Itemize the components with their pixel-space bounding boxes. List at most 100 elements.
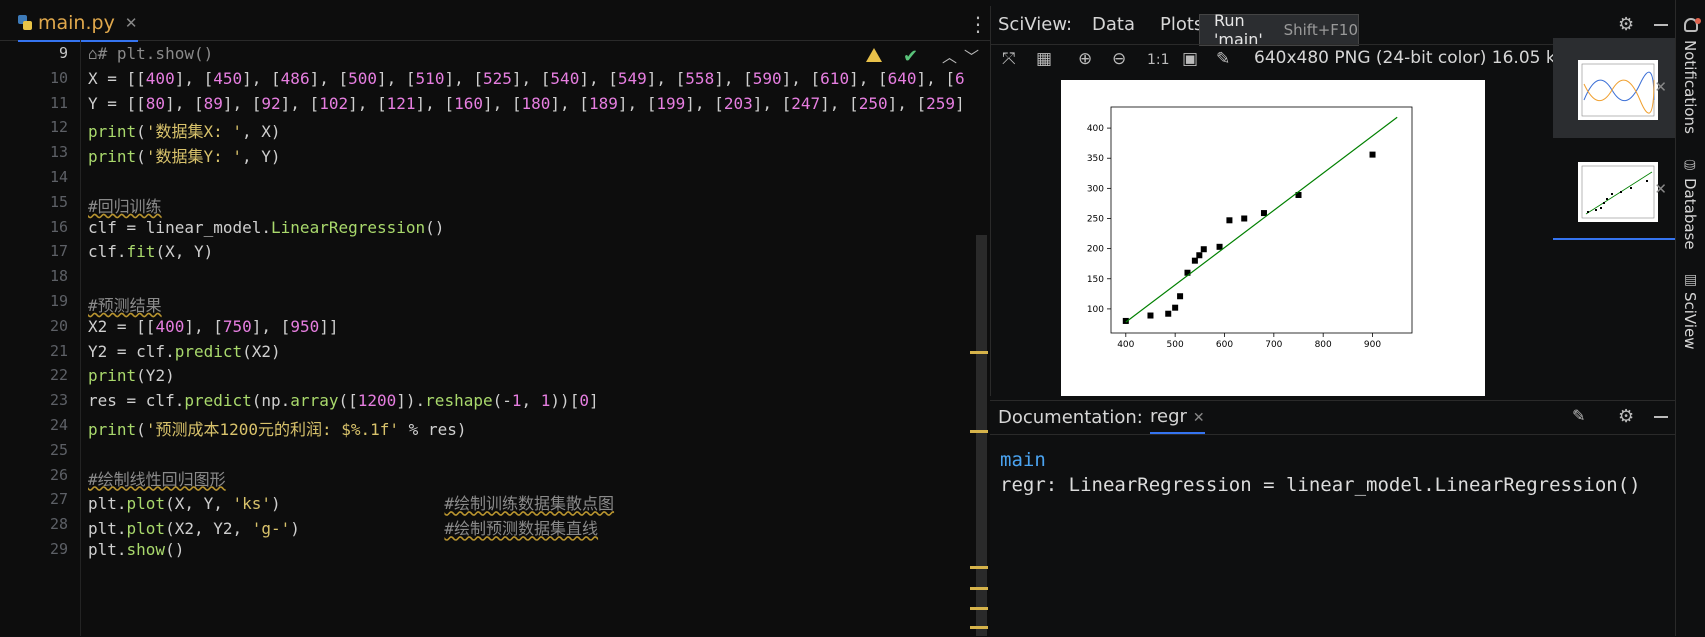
y-tick-label: 350 xyxy=(1087,154,1104,164)
highlight-marker[interactable] xyxy=(970,351,988,354)
tab-regr[interactable]: regr ✕ xyxy=(1150,406,1205,434)
code-line[interactable]: plt.plot(X, Y, 'ks') #绘制训练数据集散点图 xyxy=(88,490,614,514)
gear-icon[interactable]: ⚙ xyxy=(1618,406,1634,427)
edit-icon[interactable]: ✎ xyxy=(1572,406,1585,425)
doc-module-name: main xyxy=(1000,449,1046,471)
x-tick-label: 400 xyxy=(1117,340,1134,350)
code-line[interactable]: plt.show() xyxy=(88,540,184,559)
image-icon[interactable]: ▣ xyxy=(1182,49,1198,69)
line-number: 17 xyxy=(49,242,68,261)
highlight-marker[interactable] xyxy=(970,587,988,590)
plot-image: 400 500 600 700 800 900 100 150 200 250 300 350 400 xyxy=(1061,80,1485,396)
tab-label: main.py xyxy=(38,12,115,34)
documentation-title: Documentation: xyxy=(998,407,1143,428)
plot-thumbnail-1[interactable]: ✕ xyxy=(1553,38,1675,138)
code-line[interactable]: Y2 = clf.predict(X2) xyxy=(88,342,281,361)
x-tick-label: 800 xyxy=(1315,340,1332,350)
line-number: 18 xyxy=(49,267,68,286)
data-point xyxy=(1260,210,1267,217)
data-point xyxy=(1226,217,1233,224)
highlight-marker[interactable] xyxy=(970,626,988,629)
tab-main-py[interactable]: main.py ✕ xyxy=(18,6,138,42)
minimize-icon[interactable] xyxy=(1654,416,1668,418)
code-line[interactable]: ⌂# plt.show() xyxy=(88,44,213,63)
line-number-gutter: 9 10 11 12 13 14 15 16 17 18 19 20 21 22 23 24 25 26 27 28 2… xyxy=(0,40,81,636)
code-line[interactable]: res = clf.predict(np.array([1200]).resha… xyxy=(88,391,599,410)
highlight-marker[interactable] xyxy=(970,607,988,610)
warning-icon[interactable] xyxy=(866,48,882,62)
thumbnail-image xyxy=(1578,162,1658,222)
data-point xyxy=(1165,310,1172,317)
color-picker-icon[interactable]: ✎ xyxy=(1216,49,1230,69)
tab-data[interactable]: Data xyxy=(1092,14,1135,35)
close-icon[interactable]: ✕ xyxy=(125,14,138,32)
line-number: 20 xyxy=(49,316,68,335)
fit-screen-icon[interactable]: ⤧ xyxy=(1002,49,1016,69)
line-number: 12 xyxy=(49,118,68,137)
code-line[interactable]: #绘制线性回归图形 xyxy=(88,466,226,490)
code-line[interactable]: print('数据集Y: ', Y) xyxy=(88,143,281,167)
notifications-tab[interactable]: Notifications xyxy=(1681,40,1699,134)
data-point xyxy=(1369,151,1376,158)
plot-thumbnail-2[interactable]: ✕ xyxy=(1553,140,1675,240)
chevron-up-icon[interactable]: ︿ xyxy=(942,46,957,67)
close-icon[interactable]: ✕ xyxy=(1654,180,1667,198)
sciview-tab[interactable]: SciView xyxy=(1681,292,1699,350)
y-tick-label: 300 xyxy=(1087,184,1104,194)
code-line[interactable]: X2 = [[400], [750], [950]] xyxy=(88,317,338,336)
highlight-marker[interactable] xyxy=(970,566,988,569)
thumbnail-regression-chart xyxy=(1581,165,1655,219)
line-number: 14 xyxy=(49,168,68,186)
notification-badge xyxy=(1695,18,1701,24)
database-icon: ⛁ xyxy=(1684,158,1696,174)
gear-icon[interactable]: ⚙ xyxy=(1618,14,1634,35)
editor-scrollbar[interactable] xyxy=(976,235,987,636)
code-line[interactable]: print('数据集X: ', X) xyxy=(88,118,281,142)
code-line[interactable]: clf = linear_model.LinearRegression() xyxy=(88,218,444,237)
minimize-icon[interactable] xyxy=(1654,24,1668,26)
line-number: 26 xyxy=(49,465,68,484)
tab-plots[interactable]: Plots xyxy=(1160,14,1203,35)
code-area[interactable]: ⌂# plt.show() X = [[400], [450], [486], [… xyxy=(88,40,988,636)
y-tick-label: 150 xyxy=(1087,275,1104,285)
line-number: 27 xyxy=(49,490,68,509)
chevron-down-icon[interactable]: ﹀ xyxy=(964,46,979,67)
line-number: 11 xyxy=(49,93,68,112)
x-tick-label: 600 xyxy=(1216,340,1233,350)
zoom-out-icon[interactable]: ⊖ xyxy=(1112,49,1126,69)
more-options-icon[interactable]: ⋮ xyxy=(968,12,988,36)
code-line[interactable]: clf.fit(X, Y) xyxy=(88,242,213,261)
code-line[interactable]: plt.plot(X2, Y2, 'g-') #绘制预测数据集直线 xyxy=(88,515,598,539)
data-point xyxy=(1216,243,1223,250)
tab-label: regr xyxy=(1150,406,1187,427)
data-point xyxy=(1196,252,1203,259)
code-line[interactable]: print('预测成本1200元的利润: $%.1f' % res) xyxy=(88,416,466,440)
grid-icon[interactable]: ▦ xyxy=(1036,49,1052,69)
actual-size-button[interactable]: 1:1 xyxy=(1147,52,1170,68)
zoom-in-icon[interactable]: ⊕ xyxy=(1078,49,1092,69)
line-number: 22 xyxy=(49,366,68,385)
documentation-panel xyxy=(990,400,1675,637)
close-icon[interactable]: ✕ xyxy=(1654,78,1667,96)
y-tick-label: 250 xyxy=(1087,214,1104,224)
line-number: 23 xyxy=(49,391,68,410)
close-icon[interactable]: ✕ xyxy=(1193,410,1205,426)
line-number: 16 xyxy=(49,217,68,236)
code-line[interactable]: print(Y2) xyxy=(88,366,175,385)
regression-chart: 400 500 600 700 800 900 100 150 200 250 300 350 400 xyxy=(1087,106,1413,350)
line-number: 19 xyxy=(49,292,68,310)
database-tab[interactable]: Database xyxy=(1681,178,1699,250)
line-number: 21 xyxy=(49,341,68,360)
data-point xyxy=(1177,293,1184,300)
highlight-marker[interactable] xyxy=(970,430,988,433)
y-tick-label: 200 xyxy=(1087,245,1104,255)
inspection-ok-icon[interactable]: ✔ xyxy=(903,46,918,67)
line-number: 28 xyxy=(49,515,68,534)
sciview-icon: ▤ xyxy=(1684,272,1698,288)
code-line[interactable]: #预测结果 xyxy=(88,292,162,316)
code-line[interactable]: Y = [[80], [89], [92], [102], [121], [16… xyxy=(88,94,965,113)
code-line[interactable]: X = [[400], [450], [486], [500], [510], … xyxy=(88,69,965,88)
data-point xyxy=(1200,246,1207,253)
code-line[interactable]: #回归训练 xyxy=(88,193,162,217)
thumbnail-selection-indicator xyxy=(1553,238,1675,240)
